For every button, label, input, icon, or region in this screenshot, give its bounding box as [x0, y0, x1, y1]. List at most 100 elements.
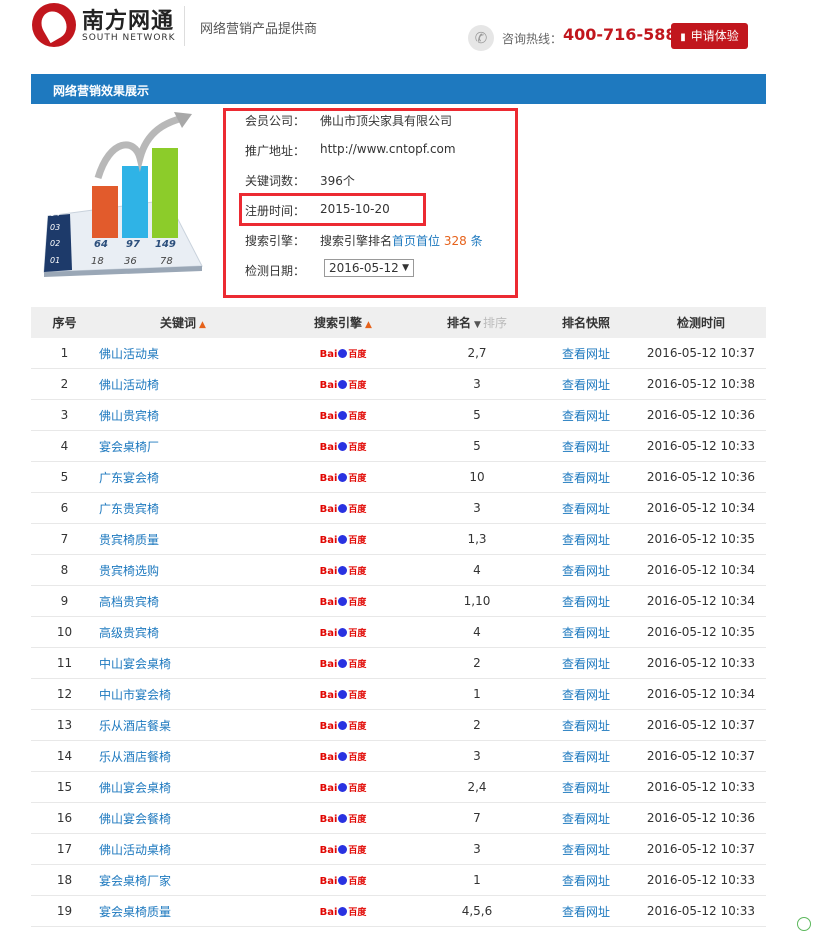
keyword-link[interactable]: 宴会桌椅厂: [98, 438, 159, 455]
row-time: 2016-05-12 10:38: [636, 368, 766, 400]
snapshot-link[interactable]: 查看网址: [562, 502, 610, 516]
keyword-link[interactable]: 广东宴会椅: [98, 469, 159, 486]
table-header-row: 序号 关键词 ▲ 搜索引擎 ▲ 排名 ▼ 排序 排名快照 检测时间: [31, 307, 766, 338]
baidu-logo-right: 百度: [348, 504, 367, 515]
row-snapshot[interactable]: 查看网址: [536, 399, 636, 431]
keyword-link[interactable]: 宴会桌椅厂家: [98, 872, 171, 889]
row-keyword[interactable]: 佛山宴会餐椅: [98, 802, 268, 834]
keyword-link[interactable]: 佛山宴会桌椅: [98, 779, 171, 796]
snapshot-link[interactable]: 查看网址: [562, 905, 610, 919]
snapshot-link[interactable]: 查看网址: [562, 843, 610, 857]
row-keyword[interactable]: 佛山活动桌椅: [98, 833, 268, 865]
row-keyword[interactable]: 高级贵宾椅: [98, 616, 268, 648]
keyword-link[interactable]: 中山市宴会椅: [98, 686, 171, 703]
row-snapshot[interactable]: 查看网址: [536, 554, 636, 586]
site-logo[interactable]: 南方网通 SOUTH NETWORK: [32, 3, 175, 49]
keyword-link[interactable]: 佛山宴会餐椅: [98, 810, 171, 827]
row-keyword[interactable]: 宴会桌椅质量: [98, 895, 268, 927]
row-snapshot[interactable]: 查看网址: [536, 647, 636, 679]
keyword-link[interactable]: 宴会桌椅质量: [98, 903, 171, 920]
snapshot-link[interactable]: 查看网址: [562, 347, 610, 361]
header-engine[interactable]: 搜索引擎 ▲: [268, 307, 418, 338]
row-rank: 1: [418, 864, 536, 896]
row-time: 2016-05-12 10:35: [636, 616, 766, 648]
row-engine: Bai 百度: [268, 430, 418, 462]
keyword-link[interactable]: 高级贵宾椅: [98, 624, 159, 641]
row-engine: Bai 百度: [268, 338, 418, 369]
row-index: 15: [31, 771, 98, 803]
row-snapshot[interactable]: 查看网址: [536, 709, 636, 741]
row-time: 2016-05-12 10:37: [636, 709, 766, 741]
row-index: 3: [31, 399, 98, 431]
keyword-link[interactable]: 广东贵宾椅: [98, 500, 159, 517]
row-snapshot[interactable]: 查看网址: [536, 833, 636, 865]
snapshot-link[interactable]: 查看网址: [562, 688, 610, 702]
keyword-link[interactable]: 中山宴会桌椅: [98, 655, 171, 672]
row-keyword[interactable]: 宴会桌椅厂: [98, 430, 268, 462]
snapshot-link[interactable]: 查看网址: [562, 812, 610, 826]
snapshot-link[interactable]: 查看网址: [562, 533, 610, 547]
row-snapshot[interactable]: 查看网址: [536, 864, 636, 896]
row-snapshot[interactable]: 查看网址: [536, 740, 636, 772]
header-keyword[interactable]: 关键词 ▲: [98, 307, 268, 338]
snapshot-link[interactable]: 查看网址: [562, 471, 610, 485]
row-snapshot[interactable]: 查看网址: [536, 368, 636, 400]
row-snapshot[interactable]: 查看网址: [536, 895, 636, 927]
row-keyword[interactable]: 宴会桌椅厂家: [98, 864, 268, 896]
snapshot-link[interactable]: 查看网址: [562, 781, 610, 795]
snapshot-link[interactable]: 查看网址: [562, 874, 610, 888]
row-keyword[interactable]: 佛山活动桌: [98, 338, 268, 369]
keyword-link[interactable]: 高档贵宾椅: [98, 593, 159, 610]
keyword-link[interactable]: 佛山贵宾椅: [98, 407, 159, 424]
row-keyword[interactable]: 中山市宴会椅: [98, 678, 268, 710]
keyword-link[interactable]: 佛山活动桌椅: [98, 841, 171, 858]
snapshot-link[interactable]: 查看网址: [562, 750, 610, 764]
baidu-logo-left: Bai: [319, 813, 338, 825]
snapshot-link[interactable]: 查看网址: [562, 378, 610, 392]
snapshot-link[interactable]: 查看网址: [562, 657, 610, 671]
baidu-logo-icon: Bai 百度: [320, 627, 366, 640]
row-keyword[interactable]: 贵宾椅质量: [98, 523, 268, 555]
row-snapshot[interactable]: 查看网址: [536, 430, 636, 462]
row-keyword[interactable]: 高档贵宾椅: [98, 585, 268, 617]
header-rank-sort[interactable]: 排序: [483, 316, 507, 330]
snapshot-link[interactable]: 查看网址: [562, 719, 610, 733]
snapshot-link[interactable]: 查看网址: [562, 626, 610, 640]
row-keyword[interactable]: 贵宾椅选购: [98, 554, 268, 586]
keyword-link[interactable]: 贵宾椅质量: [98, 531, 159, 548]
header-rank[interactable]: 排名 ▼ 排序: [418, 307, 536, 338]
logo-mark-icon: [32, 3, 76, 47]
row-keyword[interactable]: 中山宴会桌椅: [98, 647, 268, 679]
row-time: 2016-05-12 10:33: [636, 647, 766, 679]
row-snapshot[interactable]: 查看网址: [536, 771, 636, 803]
keyword-link[interactable]: 乐从酒店餐椅: [98, 748, 171, 765]
row-snapshot[interactable]: 查看网址: [536, 678, 636, 710]
row-keyword[interactable]: 广东宴会椅: [98, 461, 268, 493]
row-time: 2016-05-12 10:34: [636, 585, 766, 617]
snapshot-link[interactable]: 查看网址: [562, 564, 610, 578]
snapshot-link[interactable]: 查看网址: [562, 440, 610, 454]
snapshot-link[interactable]: 查看网址: [562, 595, 610, 609]
row-keyword[interactable]: 佛山活动椅: [98, 368, 268, 400]
row-snapshot[interactable]: 查看网址: [536, 802, 636, 834]
keyword-link[interactable]: 佛山活动椅: [98, 376, 159, 393]
keyword-link[interactable]: 贵宾椅选购: [98, 562, 159, 579]
snapshot-link[interactable]: 查看网址: [562, 409, 610, 423]
baidu-logo-left: Bai: [319, 441, 338, 453]
row-keyword[interactable]: 佛山贵宾椅: [98, 399, 268, 431]
row-keyword[interactable]: 乐从酒店餐桌: [98, 709, 268, 741]
row-snapshot[interactable]: 查看网址: [536, 523, 636, 555]
keyword-link[interactable]: 佛山活动桌: [98, 345, 159, 362]
site-slogan: 网络营销产品提供商: [200, 22, 318, 37]
apply-trial-button[interactable]: ▮ 申请体验: [671, 23, 748, 49]
table-row: 18 宴会桌椅厂家 Bai 百度 1 查看网址 2016-05-12 10:33: [31, 864, 766, 896]
row-keyword[interactable]: 乐从酒店餐椅: [98, 740, 268, 772]
row-snapshot[interactable]: 查看网址: [536, 461, 636, 493]
row-keyword[interactable]: 佛山宴会桌椅: [98, 771, 268, 803]
row-snapshot[interactable]: 查看网址: [536, 492, 636, 524]
keyword-link[interactable]: 乐从酒店餐桌: [98, 717, 171, 734]
row-snapshot[interactable]: 查看网址: [536, 616, 636, 648]
row-keyword[interactable]: 广东贵宾椅: [98, 492, 268, 524]
row-snapshot[interactable]: 查看网址: [536, 338, 636, 369]
row-snapshot[interactable]: 查看网址: [536, 585, 636, 617]
